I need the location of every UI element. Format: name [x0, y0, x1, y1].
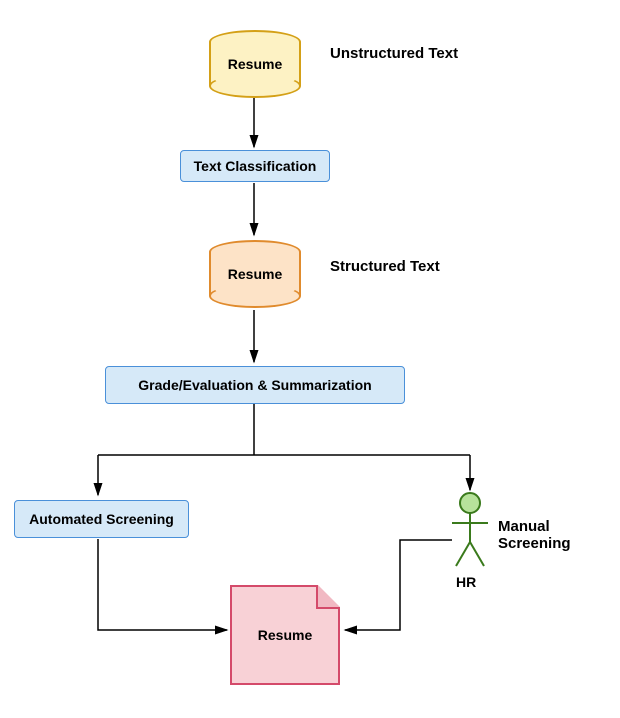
automated-screening-label: Automated Screening: [29, 511, 174, 527]
hr-person-icon: [450, 492, 490, 570]
grade-evaluation-label: Grade/Evaluation & Summarization: [138, 377, 371, 393]
unstructured-text-label: Unstructured Text: [330, 45, 458, 62]
resume-source-label: Resume: [228, 56, 282, 72]
resume-document-label: Resume: [258, 627, 312, 643]
resume-document: Resume: [230, 585, 340, 685]
resume-structured-cylinder: Resume: [209, 252, 301, 296]
text-classification-label: Text Classification: [194, 158, 317, 174]
hr-label: HR: [456, 574, 476, 590]
resume-structured-label: Resume: [228, 266, 282, 282]
manual-screening-label: Manual Screening: [498, 518, 620, 552]
text-classification-box: Text Classification: [180, 150, 330, 182]
resume-source-cylinder: Resume: [209, 42, 301, 86]
automated-screening-box: Automated Screening: [14, 500, 189, 538]
structured-text-label: Structured Text: [330, 258, 440, 275]
grade-evaluation-box: Grade/Evaluation & Summarization: [105, 366, 405, 404]
